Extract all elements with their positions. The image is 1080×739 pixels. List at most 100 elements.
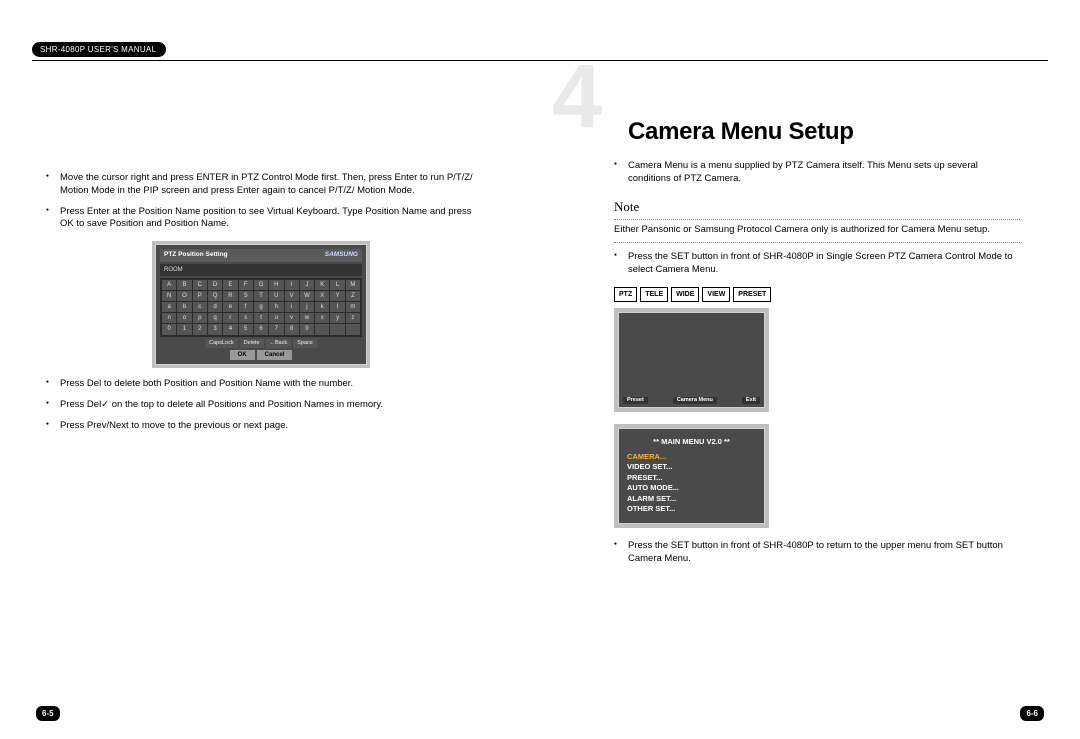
vk-key: 4	[223, 324, 237, 334]
manual-header-tag: SHR-4080P USER'S MANUAL	[32, 42, 166, 57]
vk-key: A	[162, 280, 176, 290]
ptz-button-view: VIEW	[702, 287, 730, 302]
vk-key: E	[223, 280, 237, 290]
vk-key: 6	[254, 324, 268, 334]
brand-logo: SAMSUNG	[325, 251, 358, 260]
vk-key: B	[177, 280, 191, 290]
screen-footer-item: Exit	[742, 397, 760, 404]
ptz-button-ptz: PTZ	[614, 287, 637, 302]
list-item: Press the SET button in front of SHR-408…	[628, 251, 1020, 277]
vk-key: F	[239, 280, 253, 290]
vk-key: h	[269, 302, 283, 312]
menu-line: PRESET...	[627, 473, 756, 484]
vk-key: t	[254, 313, 268, 323]
left-bullets-1: Move the cursor right and press ENTER in…	[42, 172, 480, 231]
vk-special-key: CapsLock	[205, 339, 237, 348]
vk-key	[346, 324, 360, 334]
vk-key: 8	[285, 324, 299, 334]
right-intro-list: Camera Menu is a menu supplied by PTZ Ca…	[582, 160, 1020, 186]
page-number-right: 6-6	[1020, 706, 1044, 721]
vk-key: R	[223, 291, 237, 301]
vk-okc-key: Cancel	[257, 350, 293, 360]
vk-key: u	[269, 313, 283, 323]
section-number-watermark: 4	[552, 52, 602, 142]
list-item: Press Del to delete both Position and Po…	[60, 378, 480, 391]
vk-row: nopqrstuvwxyz	[162, 313, 360, 323]
vk-okc-key: OK	[230, 350, 255, 360]
page-number-left: 6-5	[36, 706, 60, 721]
menu-line: VIDEO SET...	[627, 462, 756, 473]
note-divider	[614, 242, 1020, 243]
vk-row: abcdefghijklm	[162, 302, 360, 312]
vk-key: Q	[208, 291, 222, 301]
vk-key: a	[162, 302, 176, 312]
screen-figure-1: Preset Camera Menu Exit	[614, 308, 769, 412]
vk-title: PTZ Position Setting	[164, 251, 228, 260]
vk-key: c	[193, 302, 207, 312]
vk-key: H	[269, 280, 283, 290]
vk-key: f	[239, 302, 253, 312]
vk-key: w	[300, 313, 314, 323]
right-step2-list: Press the SET button in front of SHR-408…	[582, 540, 1020, 566]
vk-key: 7	[269, 324, 283, 334]
menu-lines: CAMERA...VIDEO SET...PRESET...AUTO MODE.…	[627, 452, 756, 515]
vk-special-key: Space	[293, 339, 317, 348]
vk-key: Y	[330, 291, 344, 301]
menu-line: CAMERA...	[627, 452, 756, 463]
screen-footer-item: Preset	[623, 397, 648, 404]
vk-row: 0123456789	[162, 324, 360, 334]
vk-key: e	[223, 302, 237, 312]
ptz-button-tele: TELE	[640, 287, 668, 302]
vk-key: U	[269, 291, 283, 301]
list-item: Move the cursor right and press ENTER in…	[60, 172, 480, 198]
vk-key: n	[162, 313, 176, 323]
menu-line: ALARM SET...	[627, 494, 756, 505]
vk-key: m	[346, 302, 360, 312]
left-bullets-2: Press Del to delete both Position and Po…	[42, 378, 480, 432]
screen-footer-buttons: Preset Camera Menu Exit	[623, 397, 760, 404]
vk-key: I	[285, 280, 299, 290]
vk-key: s	[239, 313, 253, 323]
menu-line: AUTO MODE...	[627, 483, 756, 494]
menu-title: ** MAIN MENU V2.0 **	[627, 437, 756, 448]
vk-row: NOPQRSTUVWXYZ	[162, 291, 360, 301]
vk-key: d	[208, 302, 222, 312]
vk-key: 5	[239, 324, 253, 334]
vk-key: Z	[346, 291, 360, 301]
vk-row: ABCDEFGHIJKLM	[162, 280, 360, 290]
vk-key: v	[285, 313, 299, 323]
vk-key: b	[177, 302, 191, 312]
vk-key: 3	[208, 324, 222, 334]
menu-line: OTHER SET...	[627, 504, 756, 515]
vk-key: 0	[162, 324, 176, 334]
vk-key: K	[315, 280, 329, 290]
list-item: Press Enter at the Position Name positio…	[60, 206, 480, 232]
vk-key: V	[285, 291, 299, 301]
screen-footer-item: Camera Menu	[673, 397, 717, 404]
vk-key: L	[330, 280, 344, 290]
vk-key: X	[315, 291, 329, 301]
vk-key: T	[254, 291, 268, 301]
list-item: Press Del✓ on the top to delete all Posi…	[60, 399, 480, 412]
vk-key: W	[300, 291, 314, 301]
section-heading: Camera Menu Setup	[628, 116, 1020, 148]
vk-key	[315, 324, 329, 334]
note-divider	[614, 219, 1020, 220]
left-page: Move the cursor right and press ENTER in…	[0, 60, 522, 739]
vk-key: O	[177, 291, 191, 301]
vk-room-field: ROOM	[160, 264, 362, 276]
vk-special-key: ←Back	[266, 339, 292, 348]
ptz-button-bar: PTZTELEWIDEVIEWPRESET	[614, 287, 1020, 302]
page-spread: Move the cursor right and press ENTER in…	[0, 60, 1080, 739]
right-page: 4 Camera Menu Setup Camera Menu is a men…	[522, 60, 1080, 739]
vk-key: N	[162, 291, 176, 301]
vk-key: i	[285, 302, 299, 312]
note-body: Either Pansonic or Samsung Protocol Came…	[614, 224, 1020, 237]
vk-key: 1	[177, 324, 191, 334]
virtual-keyboard-figure: PTZ Position Setting SAMSUNG ROOM ABCDEF…	[152, 241, 370, 368]
vk-key: o	[177, 313, 191, 323]
camera-menu-figure: ** MAIN MENU V2.0 ** CAMERA...VIDEO SET.…	[614, 424, 769, 528]
vk-key: r	[223, 313, 237, 323]
vk-key: g	[254, 302, 268, 312]
vk-key: k	[315, 302, 329, 312]
